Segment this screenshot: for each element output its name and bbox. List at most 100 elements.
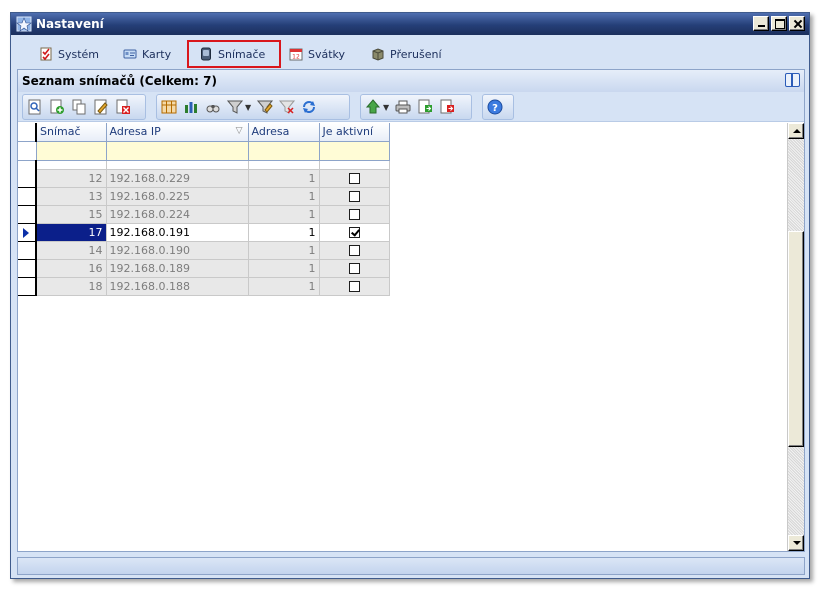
table-row[interactable]: 16 192.168.0.189 1	[18, 259, 390, 278]
row-indicator[interactable]	[18, 169, 37, 188]
find-button[interactable]	[205, 99, 221, 115]
group-button[interactable]	[183, 99, 199, 115]
row-indicator[interactable]	[18, 223, 37, 242]
import-button[interactable]	[417, 99, 433, 115]
cell-reader-id[interactable]: 13	[36, 187, 107, 206]
cell-reader-id[interactable]: 17	[36, 223, 107, 242]
cell-reader-id[interactable]: 16	[36, 259, 107, 278]
cell-reader-id[interactable]: 12	[36, 169, 107, 188]
cell-ip-address[interactable]: 192.168.0.191	[106, 223, 249, 242]
table-row[interactable]: 14 192.168.0.190 1	[18, 241, 390, 260]
cell-active	[319, 277, 390, 296]
box-icon	[372, 48, 384, 61]
cell-address[interactable]: 1	[248, 223, 320, 242]
cell-ip-address[interactable]: 192.168.0.188	[106, 277, 249, 296]
add-record-button[interactable]	[49, 99, 65, 115]
tab-readers[interactable]: Snímače	[187, 40, 282, 68]
row-indicator[interactable]	[18, 187, 37, 206]
delete-record-button[interactable]	[115, 99, 131, 115]
export-dropdown-icon[interactable]: ▼	[383, 103, 389, 112]
cell-reader-id[interactable]: 18	[36, 277, 107, 296]
active-checkbox[interactable]	[348, 227, 360, 238]
maximize-button[interactable]	[771, 16, 787, 31]
active-checkbox[interactable]	[348, 245, 360, 256]
exit-button[interactable]	[439, 99, 455, 115]
tab-label: Přerušení	[390, 47, 442, 61]
table-row[interactable]: 17 192.168.0.191 1	[18, 223, 390, 242]
row-indicator[interactable]	[18, 277, 37, 296]
cell-address[interactable]: 1	[248, 241, 320, 260]
preview-button[interactable]	[27, 99, 43, 115]
cell-address[interactable]: 1	[248, 169, 320, 188]
title-bar[interactable]: Nastavení	[11, 13, 809, 35]
export-button[interactable]	[365, 99, 381, 115]
active-checkbox[interactable]	[348, 281, 360, 292]
row-indicator[interactable]	[18, 259, 37, 278]
layout-toggle-icon[interactable]	[785, 73, 800, 87]
edit-record-button[interactable]	[93, 99, 109, 115]
filter-button[interactable]	[227, 99, 243, 115]
cell-address[interactable]: 1	[248, 259, 320, 278]
printer-icon	[395, 100, 411, 114]
tab-label: Snímače	[218, 47, 266, 61]
active-checkbox[interactable]	[348, 209, 360, 220]
window-title: Nastavení	[36, 17, 104, 31]
calendar-icon: 12	[289, 48, 303, 61]
scroll-down-button[interactable]	[788, 535, 804, 551]
filter-row	[18, 141, 390, 161]
tab-system[interactable]: Systém	[39, 44, 99, 64]
active-checkbox[interactable]	[348, 263, 360, 274]
table-row[interactable]: 18 192.168.0.188 1	[18, 277, 390, 296]
filter-cell-reader[interactable]	[36, 141, 107, 161]
help-button[interactable]: ?	[487, 99, 503, 115]
column-header-address[interactable]: Adresa	[248, 123, 320, 142]
clear-filter-button[interactable]	[279, 99, 296, 115]
cell-active	[319, 223, 390, 242]
active-checkbox[interactable]	[348, 191, 360, 202]
table-row[interactable]: 13 192.168.0.225 1	[18, 187, 390, 206]
panel-header: Seznam snímačů (Celkem: 7)	[18, 70, 804, 92]
cell-address[interactable]: 1	[248, 277, 320, 296]
minimize-button[interactable]	[753, 16, 769, 31]
filter-cell-active[interactable]	[319, 141, 390, 161]
close-button[interactable]	[789, 16, 805, 31]
copy-record-button[interactable]	[71, 99, 87, 115]
cell-ip-address[interactable]: 192.168.0.190	[106, 241, 249, 260]
cell-ip-address[interactable]: 192.168.0.225	[106, 187, 249, 206]
cell-address[interactable]: 1	[248, 205, 320, 224]
cell-active	[319, 205, 390, 224]
cell-ip-address[interactable]: 192.168.0.189	[106, 259, 249, 278]
tab-interruptions[interactable]: Přerušení	[371, 44, 442, 64]
svg-text:?: ?	[492, 103, 498, 114]
group-icon	[185, 102, 197, 113]
scroll-thumb[interactable]	[788, 231, 804, 447]
scroll-up-button[interactable]	[788, 123, 804, 139]
filter-cell-ip[interactable]	[106, 141, 249, 161]
active-checkbox[interactable]	[348, 173, 360, 184]
tab-holidays[interactable]: 12 Svátky	[289, 44, 345, 64]
edit-icon	[94, 99, 108, 115]
print-button[interactable]	[395, 99, 411, 115]
row-indicator[interactable]	[18, 205, 37, 224]
column-header-active[interactable]: Je aktivní	[319, 123, 390, 142]
toolbar-group-records	[22, 94, 146, 120]
cell-ip-address[interactable]: 192.168.0.224	[106, 205, 249, 224]
filter-edit-button[interactable]	[257, 99, 274, 115]
column-header-ip[interactable]: Adresa IP ▽	[106, 123, 249, 142]
filter-dropdown-icon[interactable]: ▼	[245, 103, 251, 112]
filter-cell-address[interactable]	[248, 141, 320, 161]
column-header-reader[interactable]: Snímač	[36, 123, 107, 142]
row-indicator[interactable]	[18, 241, 37, 260]
cell-reader-id[interactable]: 15	[36, 205, 107, 224]
refresh-button[interactable]	[301, 99, 317, 115]
table-row[interactable]: 15 192.168.0.224 1	[18, 205, 390, 224]
vertical-scrollbar[interactable]	[787, 123, 804, 551]
tab-cards[interactable]: Karty	[123, 44, 171, 64]
table-row[interactable]: 12 192.168.0.229 1	[18, 169, 390, 188]
add-document-icon	[50, 99, 64, 114]
cell-address[interactable]: 1	[248, 187, 320, 206]
checklist-icon	[40, 47, 52, 61]
cell-ip-address[interactable]: 192.168.0.229	[106, 169, 249, 188]
cell-reader-id[interactable]: 14	[36, 241, 107, 260]
columns-button[interactable]	[161, 99, 177, 115]
